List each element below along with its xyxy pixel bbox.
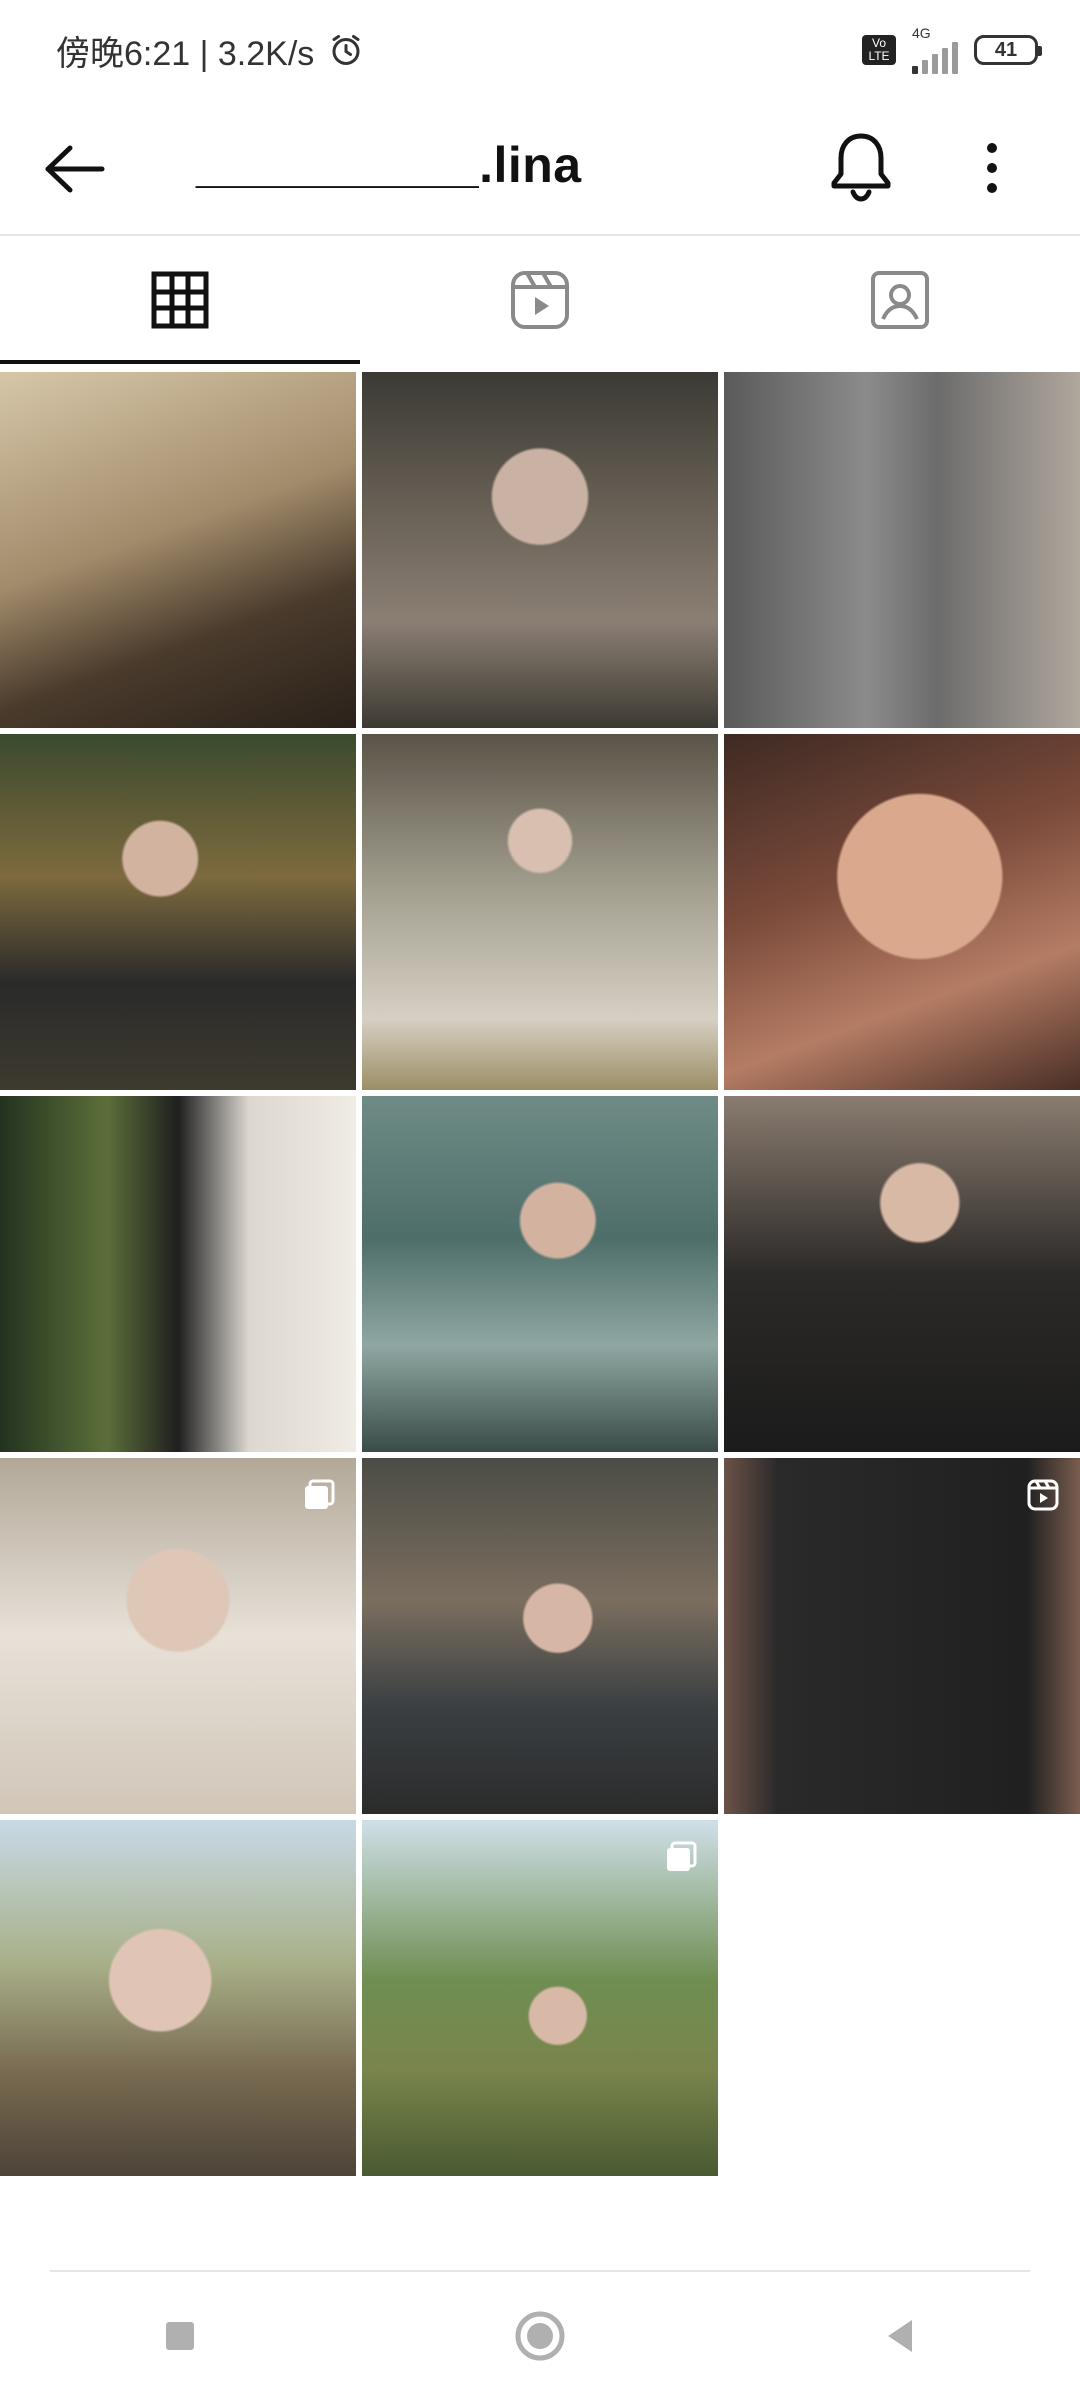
- reel-icon: [1027, 1479, 1059, 1511]
- post-thumbnail[interactable]: [724, 1458, 1080, 1814]
- triangle-back-icon: [888, 2320, 912, 2352]
- post-thumbnail[interactable]: [0, 372, 356, 728]
- back-button[interactable]: [40, 134, 110, 204]
- reels-tab[interactable]: [360, 236, 720, 364]
- signal-icon: [912, 40, 958, 74]
- grid-tab[interactable]: [0, 236, 360, 364]
- profile-tabs: [0, 236, 1080, 364]
- post-thumbnail[interactable]: [724, 1096, 1080, 1452]
- volte-icon: Vo LTE: [862, 35, 896, 65]
- grid-icon: [151, 271, 209, 329]
- system-navigation-bar: [0, 2272, 1080, 2400]
- post-thumbnail[interactable]: [362, 1820, 718, 2176]
- post-thumbnail[interactable]: [0, 1820, 356, 2176]
- post-thumbnail[interactable]: [0, 1096, 356, 1452]
- notifications-button[interactable]: [826, 128, 896, 204]
- multi-photo-icon: [305, 1479, 335, 1509]
- square-icon: [166, 2322, 194, 2350]
- posts-grid: [0, 372, 1080, 2176]
- more-vertical-icon: [987, 143, 997, 193]
- back-nav-button[interactable]: [860, 2296, 940, 2376]
- tagged-person-icon: [871, 271, 929, 329]
- more-options-button[interactable]: [970, 130, 1014, 206]
- battery-level: 41: [994, 38, 1018, 61]
- home-button[interactable]: [500, 2296, 580, 2376]
- battery-icon: 41: [974, 35, 1042, 65]
- tagged-tab[interactable]: [720, 236, 1080, 364]
- circle-home-icon: [515, 2311, 565, 2361]
- post-thumbnail[interactable]: [362, 372, 718, 728]
- recent-apps-button[interactable]: [140, 2296, 220, 2376]
- post-thumbnail[interactable]: [0, 1458, 356, 1814]
- post-thumbnail[interactable]: [0, 734, 356, 1090]
- status-time: 傍晚6:21 | 3.2K/s: [56, 34, 315, 73]
- network-type: 4G: [912, 25, 931, 41]
- bell-icon: [831, 133, 891, 202]
- alarm-icon: [332, 35, 360, 65]
- status-bar: 傍晚6:21 | 3.2K/s Vo LTE 4G 41: [0, 0, 1080, 100]
- post-thumbnail[interactable]: [362, 1458, 718, 1814]
- multi-photo-icon: [667, 1841, 697, 1871]
- status-right: Vo LTE 4G 41: [862, 25, 1042, 74]
- post-thumbnail[interactable]: [724, 372, 1080, 728]
- back-arrow-icon: [45, 145, 105, 193]
- post-thumbnail[interactable]: [362, 734, 718, 1090]
- post-thumbnail[interactable]: [362, 1096, 718, 1452]
- post-thumbnail[interactable]: [724, 734, 1080, 1090]
- volte-label: Vo LTE: [868, 36, 890, 63]
- reels-icon: [511, 271, 569, 329]
- profile-username: __________.lina: [196, 137, 582, 193]
- status-left: 傍晚6:21 | 3.2K/s: [56, 26, 364, 75]
- profile-header: __________.lina: [0, 100, 1080, 236]
